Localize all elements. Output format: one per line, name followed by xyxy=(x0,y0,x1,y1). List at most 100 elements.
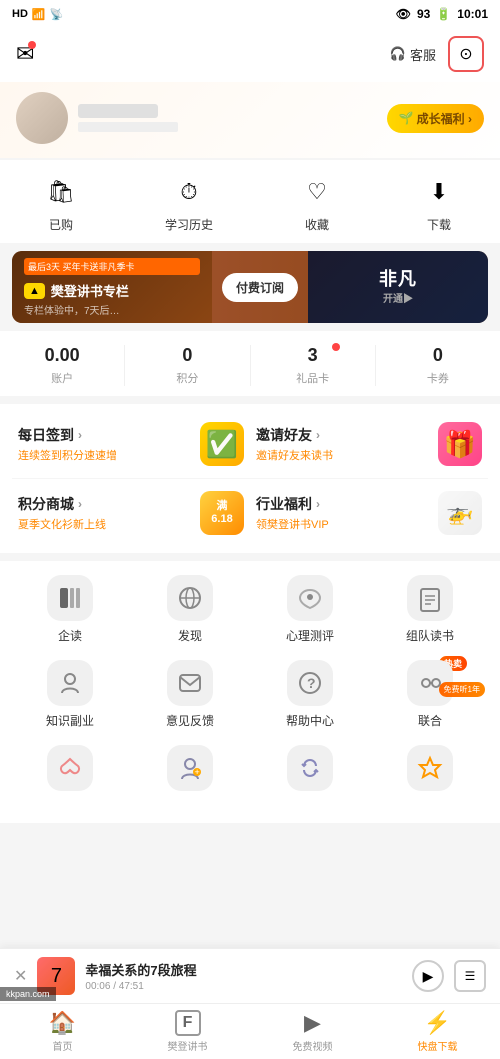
feature-grid: 企读 发现 心理测评 组队读书 知识副业 xyxy=(0,561,500,823)
action-text-mall: 积分商城 › 夏季文化衫新上线 xyxy=(18,494,188,532)
bottom-nav: 🏠 首页 F 樊登讲书 ▶ 免费视频 ⚡ 快盘下载 xyxy=(0,1003,500,1059)
feature-zhishi[interactable]: 知识副业 xyxy=(25,660,115,729)
player-play-button[interactable]: ▶ xyxy=(412,960,444,992)
zhishi-icon xyxy=(47,660,93,706)
industry-welfare-card[interactable]: 行业福利 › 领樊登讲书VIP 🚁 xyxy=(250,487,488,539)
player-info: 幸福关系的7段旅程 00:06 / 47:51 xyxy=(85,960,402,992)
mall-icon-box: 满6.18 xyxy=(200,491,244,535)
feature-item12[interactable] xyxy=(385,745,475,797)
growth-label: 成长福利 › xyxy=(417,110,472,127)
stat-account[interactable]: 0.00 账户 xyxy=(0,345,125,386)
feature-qidu[interactable]: 企读 xyxy=(25,575,115,644)
nav-video[interactable]: ▶ 免费视频 xyxy=(250,1004,375,1059)
home-label: 首页 xyxy=(53,1038,73,1053)
favorites-label: 收藏 xyxy=(305,216,329,233)
nav-kuaipan[interactable]: ⚡ 快盘下载 xyxy=(375,1004,500,1059)
video-icon: ▶ xyxy=(304,1010,321,1036)
headphone-icon: 🎧 xyxy=(390,46,406,62)
feature-lianhe[interactable]: 热卖 联合 免费听1年 xyxy=(385,660,475,729)
feature-yijian[interactable]: 意见反馈 xyxy=(145,660,235,729)
quick-item-download[interactable]: ⬇ 下载 xyxy=(421,174,457,233)
mall-arrow: › xyxy=(78,497,82,511)
nav-home[interactable]: 🏠 首页 xyxy=(0,1004,125,1059)
kefu-button[interactable]: 🎧 客服 xyxy=(390,45,436,64)
battery-icon: 🔋 xyxy=(436,7,451,21)
feature-xinli[interactable]: 心理测评 xyxy=(265,575,355,644)
profile-banner: 🌱 成长福利 › xyxy=(0,82,500,158)
nav-fandeng[interactable]: F 樊登讲书 xyxy=(125,1004,250,1059)
invite-label: 邀请好友 xyxy=(256,425,312,445)
action-row-2: 积分商城 › 夏季文化衫新上线 满6.18 行业福利 › 领樊登讲书VIP 🚁 xyxy=(12,479,488,547)
promo-banner: 最后3天 买年卡送非凡季卡 ▲ 樊登讲书专栏 专栏体验中，7天后… 付费订阅 非… xyxy=(12,251,488,323)
feature-item11[interactable] xyxy=(265,745,355,797)
mall-label: 积分商城 xyxy=(18,494,74,514)
checkin-sub: 连续签到积分速速增 xyxy=(18,447,188,463)
zudu-label: 组队读书 xyxy=(406,627,454,644)
promo-btn-label: 付费订阅 xyxy=(236,281,284,295)
quick-item-favorites[interactable]: ♡ 收藏 xyxy=(299,174,335,233)
avatar xyxy=(16,92,68,144)
quick-item-history[interactable]: ⏱ 学习历史 xyxy=(165,174,213,233)
account-label: 账户 xyxy=(51,370,73,386)
message-icon[interactable]: ✉ xyxy=(16,41,34,67)
feature-row-2: 知识副业 意见反馈 ? 帮助中心 热卖 联合 免费听1年 xyxy=(10,660,490,729)
svg-text:+: + xyxy=(195,767,200,777)
promo-subscribe-button[interactable]: 付费订阅 xyxy=(222,273,298,302)
download-label: 下载 xyxy=(427,216,451,233)
xinli-icon xyxy=(287,575,333,621)
home-icon: 🏠 xyxy=(49,1010,76,1036)
status-bar: HD 📶 📡 👁 93 🔋 10:01 xyxy=(0,0,500,28)
promo-right-sub: 开通▶ xyxy=(379,293,417,307)
player-list-button[interactable]: ☰ xyxy=(454,960,486,992)
action-row-1: 每日签到 › 连续签到积分速速增 ✅ 邀请好友 › 邀请好友来读书 🎁 xyxy=(12,410,488,479)
kuaipan-icon: ⚡ xyxy=(424,1010,451,1036)
history-icon: ⏱ xyxy=(171,174,207,210)
welfare-label: 行业福利 xyxy=(256,494,312,514)
mall-sub: 夏季文化衫新上线 xyxy=(18,516,188,532)
feature-item10[interactable]: + xyxy=(145,745,235,797)
bottom-player: ✕ 7 幸福关系的7段旅程 00:06 / 47:51 ▶ ☰ xyxy=(0,948,500,1003)
message-dot xyxy=(28,41,36,49)
status-right: 👁 93 🔋 10:01 xyxy=(396,7,488,21)
action-text-welfare: 行业福利 › 领樊登讲书VIP xyxy=(256,494,426,532)
feature-row-1: 企读 发现 心理测评 组队读书 xyxy=(10,575,490,644)
qidu-icon xyxy=(47,575,93,621)
feature-item9[interactable] xyxy=(25,745,115,797)
promo-right-label: 非凡 xyxy=(379,267,417,292)
stat-coupon[interactable]: 0 卡券 xyxy=(376,345,500,386)
stat-giftcard[interactable]: 3 礼品卡 xyxy=(251,345,376,386)
status-left: HD 📶 📡 xyxy=(12,8,63,21)
profile-info xyxy=(16,92,178,144)
promo-left: 最后3天 买年卡送非凡季卡 ▲ 樊登讲书专栏 专栏体验中，7天后… xyxy=(12,251,212,323)
action-text-invite: 邀请好友 › 邀请好友来读书 xyxy=(256,425,426,463)
promo-right[interactable]: 非凡 开通▶ xyxy=(308,251,488,323)
xinli-label: 心理测评 xyxy=(286,627,334,644)
feature-zudu[interactable]: 组队读书 xyxy=(385,575,475,644)
bangzhu-label: 帮助中心 xyxy=(286,712,334,729)
settings-icon: ⊙ xyxy=(459,44,472,64)
item12-icon xyxy=(407,745,453,791)
feature-bangzhu[interactable]: ? 帮助中心 xyxy=(265,660,355,729)
zudu-icon xyxy=(407,575,453,621)
history-label: 学习历史 xyxy=(165,216,213,233)
checkin-label: 每日签到 xyxy=(18,425,74,445)
quick-icons-row: 🛍 已购 ⏱ 学习历史 ♡ 收藏 ⬇ 下载 xyxy=(0,160,500,243)
quick-item-yigou[interactable]: 🛍 已购 xyxy=(43,174,79,233)
growth-button[interactable]: 🌱 成长福利 › xyxy=(387,104,484,133)
settings-button[interactable]: ⊙ xyxy=(448,36,484,72)
profile-name-blur xyxy=(78,104,158,118)
item11-icon xyxy=(287,745,333,791)
player-close-button[interactable]: ✕ xyxy=(14,966,27,986)
daily-checkin-card[interactable]: 每日签到 › 连续签到积分速速增 ✅ xyxy=(12,418,250,470)
points-label: 积分 xyxy=(176,370,198,386)
download-icon: ⬇ xyxy=(421,174,457,210)
checkin-title: 每日签到 › xyxy=(18,425,188,445)
invite-sub: 邀请好友来读书 xyxy=(256,447,426,463)
stat-points[interactable]: 0 积分 xyxy=(125,345,250,386)
points-mall-card[interactable]: 积分商城 › 夏季文化衫新上线 满6.18 xyxy=(12,487,250,539)
invite-friend-card[interactable]: 邀请好友 › 邀请好友来读书 🎁 xyxy=(250,418,488,470)
invite-arrow: › xyxy=(316,428,320,442)
feature-faxian[interactable]: 发现 xyxy=(145,575,235,644)
mall-title: 积分商城 › xyxy=(18,494,188,514)
points-value: 0 xyxy=(182,345,192,366)
